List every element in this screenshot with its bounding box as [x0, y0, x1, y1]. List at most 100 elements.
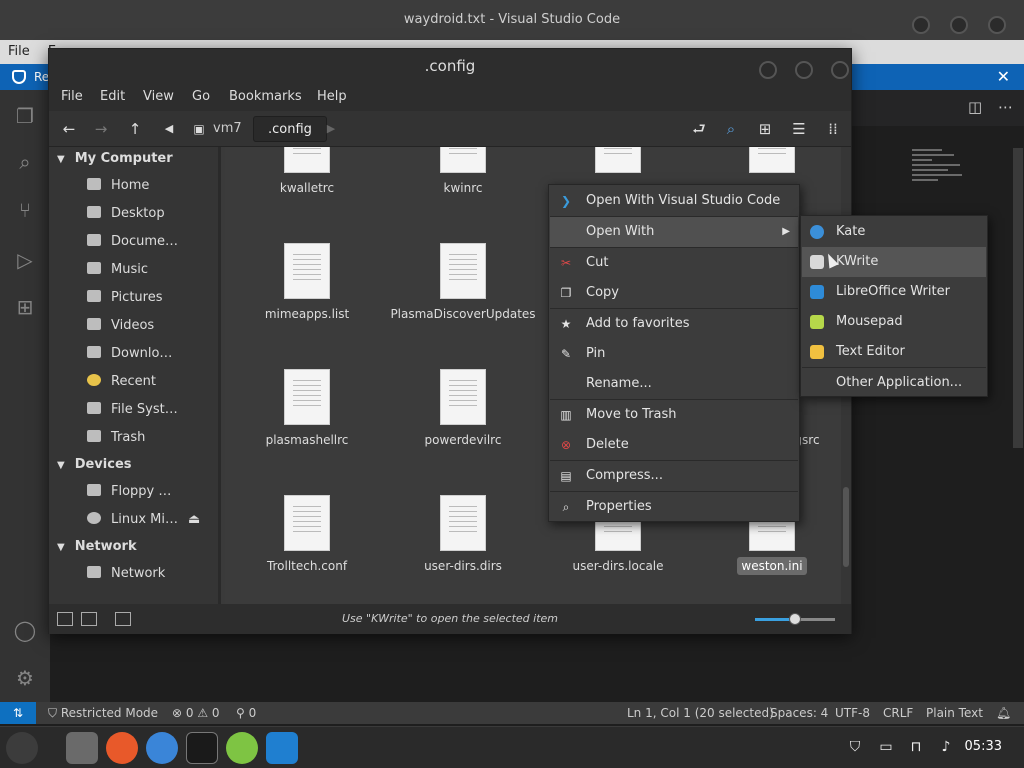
- zoom-slider[interactable]: [755, 613, 835, 625]
- menu-item-delete[interactable]: ⊗ Delete: [550, 430, 798, 460]
- file-item[interactable]: mimeapps.list: [232, 243, 382, 321]
- submenu-item-libreoffice-writer[interactable]: LibreOffice Writer: [802, 277, 986, 307]
- breadcrumb-vm7[interactable]: vm7: [213, 121, 242, 136]
- menu-item-open-with[interactable]: Open With ▶: [550, 217, 798, 247]
- file-item[interactable]: [697, 147, 841, 181]
- file-item[interactable]: [543, 147, 693, 181]
- sidebar-item-network[interactable]: Network: [87, 566, 165, 581]
- fm-close-button[interactable]: [831, 61, 849, 79]
- breadcrumb-config[interactable]: .config: [253, 116, 327, 142]
- compact-view-icon[interactable]: ⁞⁞: [823, 119, 843, 139]
- file-item[interactable]: kwalletrc: [232, 147, 382, 195]
- chromium-icon[interactable]: [146, 732, 178, 764]
- remote-icon[interactable]: ⇅: [0, 702, 36, 724]
- fm-menu-view[interactable]: View: [143, 83, 174, 111]
- terminal-icon[interactable]: [186, 732, 218, 764]
- source-control-icon[interactable]: ⑂: [13, 198, 37, 222]
- keyboard-tray-icon[interactable]: ▭: [877, 739, 895, 755]
- problems-status[interactable]: ⊗ 0 ⚠ 0: [172, 702, 220, 724]
- back-icon[interactable]: ←: [59, 119, 79, 139]
- file-item[interactable]: powerdevilrc: [388, 369, 538, 447]
- search-icon[interactable]: ⌕: [721, 119, 741, 139]
- explorer-icon[interactable]: ❐: [13, 104, 37, 128]
- sidebar-item-videos[interactable]: Videos: [87, 318, 154, 333]
- split-editor-icon[interactable]: ◫: [968, 98, 982, 116]
- fm-menu-bookmarks[interactable]: Bookmarks: [229, 83, 302, 111]
- file-item[interactable]: Trolltech.conf: [232, 495, 382, 573]
- forward-icon[interactable]: →: [91, 119, 111, 139]
- submenu-item-kate[interactable]: Kate: [802, 217, 986, 247]
- encoding-status[interactable]: UTF-8: [835, 702, 870, 724]
- up-icon[interactable]: ↑: [125, 119, 145, 139]
- menu-icon[interactable]: [6, 732, 38, 764]
- file-item[interactable]: user-dirs.dirs: [388, 495, 538, 573]
- language-status[interactable]: Plain Text: [926, 702, 983, 724]
- location-toggle-icon[interactable]: ⮐: [689, 119, 709, 139]
- fm-menu-edit[interactable]: Edit: [100, 83, 125, 111]
- fm-minimize-button[interactable]: [759, 61, 777, 79]
- breadcrumb-left-icon[interactable]: ◀: [159, 119, 179, 139]
- maximize-button[interactable]: [950, 16, 968, 34]
- gear-icon[interactable]: ⚙: [13, 666, 37, 690]
- menu-item-cut[interactable]: ✂ Cut: [550, 248, 798, 278]
- eol-status[interactable]: CRLF: [883, 702, 913, 724]
- indentation-status[interactable]: Spaces: 4: [770, 702, 828, 724]
- cursor-position-status[interactable]: Ln 1, Col 1 (20 selected): [627, 702, 774, 724]
- more-actions-icon[interactable]: ⋯: [998, 98, 1013, 116]
- minimize-button[interactable]: [912, 16, 930, 34]
- files-app-icon[interactable]: [66, 732, 98, 764]
- firefox-icon[interactable]: [106, 732, 138, 764]
- sidebar-item-recent[interactable]: Recent: [87, 374, 156, 389]
- network-tray-icon[interactable]: ⊓: [907, 739, 925, 755]
- sidebar-item-documents[interactable]: Docume…: [87, 234, 178, 249]
- waydroid-icon[interactable]: [226, 732, 258, 764]
- sidebar-item-trash[interactable]: Trash: [87, 430, 145, 445]
- show-places-icon[interactable]: [57, 612, 73, 626]
- menu-item-rename[interactable]: Rename...: [550, 369, 798, 399]
- sidebar-item-filesystem[interactable]: File Syst…: [87, 402, 178, 417]
- breadcrumb-right-icon[interactable]: ▶: [321, 119, 341, 139]
- hide-sidebar-icon[interactable]: [115, 612, 131, 626]
- list-view-icon[interactable]: ☰: [789, 119, 809, 139]
- zoom-slider-handle[interactable]: [789, 613, 801, 625]
- fm-menu-help[interactable]: Help: [317, 83, 347, 111]
- fm-maximize-button[interactable]: [795, 61, 813, 79]
- menu-item-pin[interactable]: ✎ Pin: [550, 339, 798, 369]
- fm-menu-go[interactable]: Go: [192, 83, 210, 111]
- file-item[interactable]: kwinrc: [388, 147, 538, 195]
- menu-item-move-to-trash[interactable]: ▥ Move to Trash: [550, 400, 798, 430]
- sidebar-item-pictures[interactable]: Pictures: [87, 290, 162, 305]
- search-icon[interactable]: ⌕: [13, 150, 37, 174]
- sidebar-item-linux-mint[interactable]: Linux Mi… ⏏: [87, 512, 200, 527]
- extensions-icon[interactable]: ⊞: [13, 295, 37, 319]
- menu-item-properties[interactable]: ⌕ Properties: [550, 492, 798, 522]
- run-debug-icon[interactable]: ▷: [13, 248, 37, 272]
- sidebar-item-floppy[interactable]: Floppy …: [87, 484, 171, 499]
- restricted-mode-status[interactable]: ⛉ Restricted Mode: [48, 702, 158, 724]
- submenu-item-other-application[interactable]: Other Application...: [802, 368, 986, 398]
- devices-header[interactable]: ▼ Devices: [57, 457, 132, 472]
- submenu-item-mousepad[interactable]: Mousepad: [802, 307, 986, 337]
- banner-close-icon[interactable]: ✕: [997, 64, 1010, 90]
- fm-menu-file[interactable]: File: [61, 83, 83, 111]
- submenu-item-text-editor[interactable]: Text Editor: [802, 337, 986, 367]
- account-icon[interactable]: ◯: [13, 618, 37, 642]
- menu-item-open-with-vscode[interactable]: ❯ Open With Visual Studio Code: [550, 186, 798, 216]
- network-header[interactable]: ▼ Network: [57, 539, 137, 554]
- bell-icon[interactable]: 🔔︎: [996, 702, 1011, 724]
- vscode-app-icon[interactable]: [266, 732, 298, 764]
- file-item[interactable]: PlasmaDiscoverUpdates: [388, 243, 538, 321]
- volume-tray-icon[interactable]: ♪: [937, 739, 955, 755]
- show-treeview-icon[interactable]: [81, 612, 97, 626]
- close-button[interactable]: [988, 16, 1006, 34]
- file-item[interactable]: plasmashellrc: [232, 369, 382, 447]
- menu-item-copy[interactable]: ❐ Copy: [550, 278, 798, 308]
- eject-icon[interactable]: ⏏: [188, 512, 200, 527]
- clock[interactable]: 05:33: [965, 739, 1002, 754]
- icon-view-icon[interactable]: ⊞: [755, 119, 775, 139]
- sidebar-item-home[interactable]: Home: [87, 178, 149, 193]
- menu-item-add-to-favorites[interactable]: ★ Add to favorites: [550, 309, 798, 339]
- sidebar-item-music[interactable]: Music: [87, 262, 148, 277]
- my-computer-header[interactable]: ▼ My Computer: [57, 151, 173, 166]
- editor-scrollbar[interactable]: [1013, 148, 1023, 448]
